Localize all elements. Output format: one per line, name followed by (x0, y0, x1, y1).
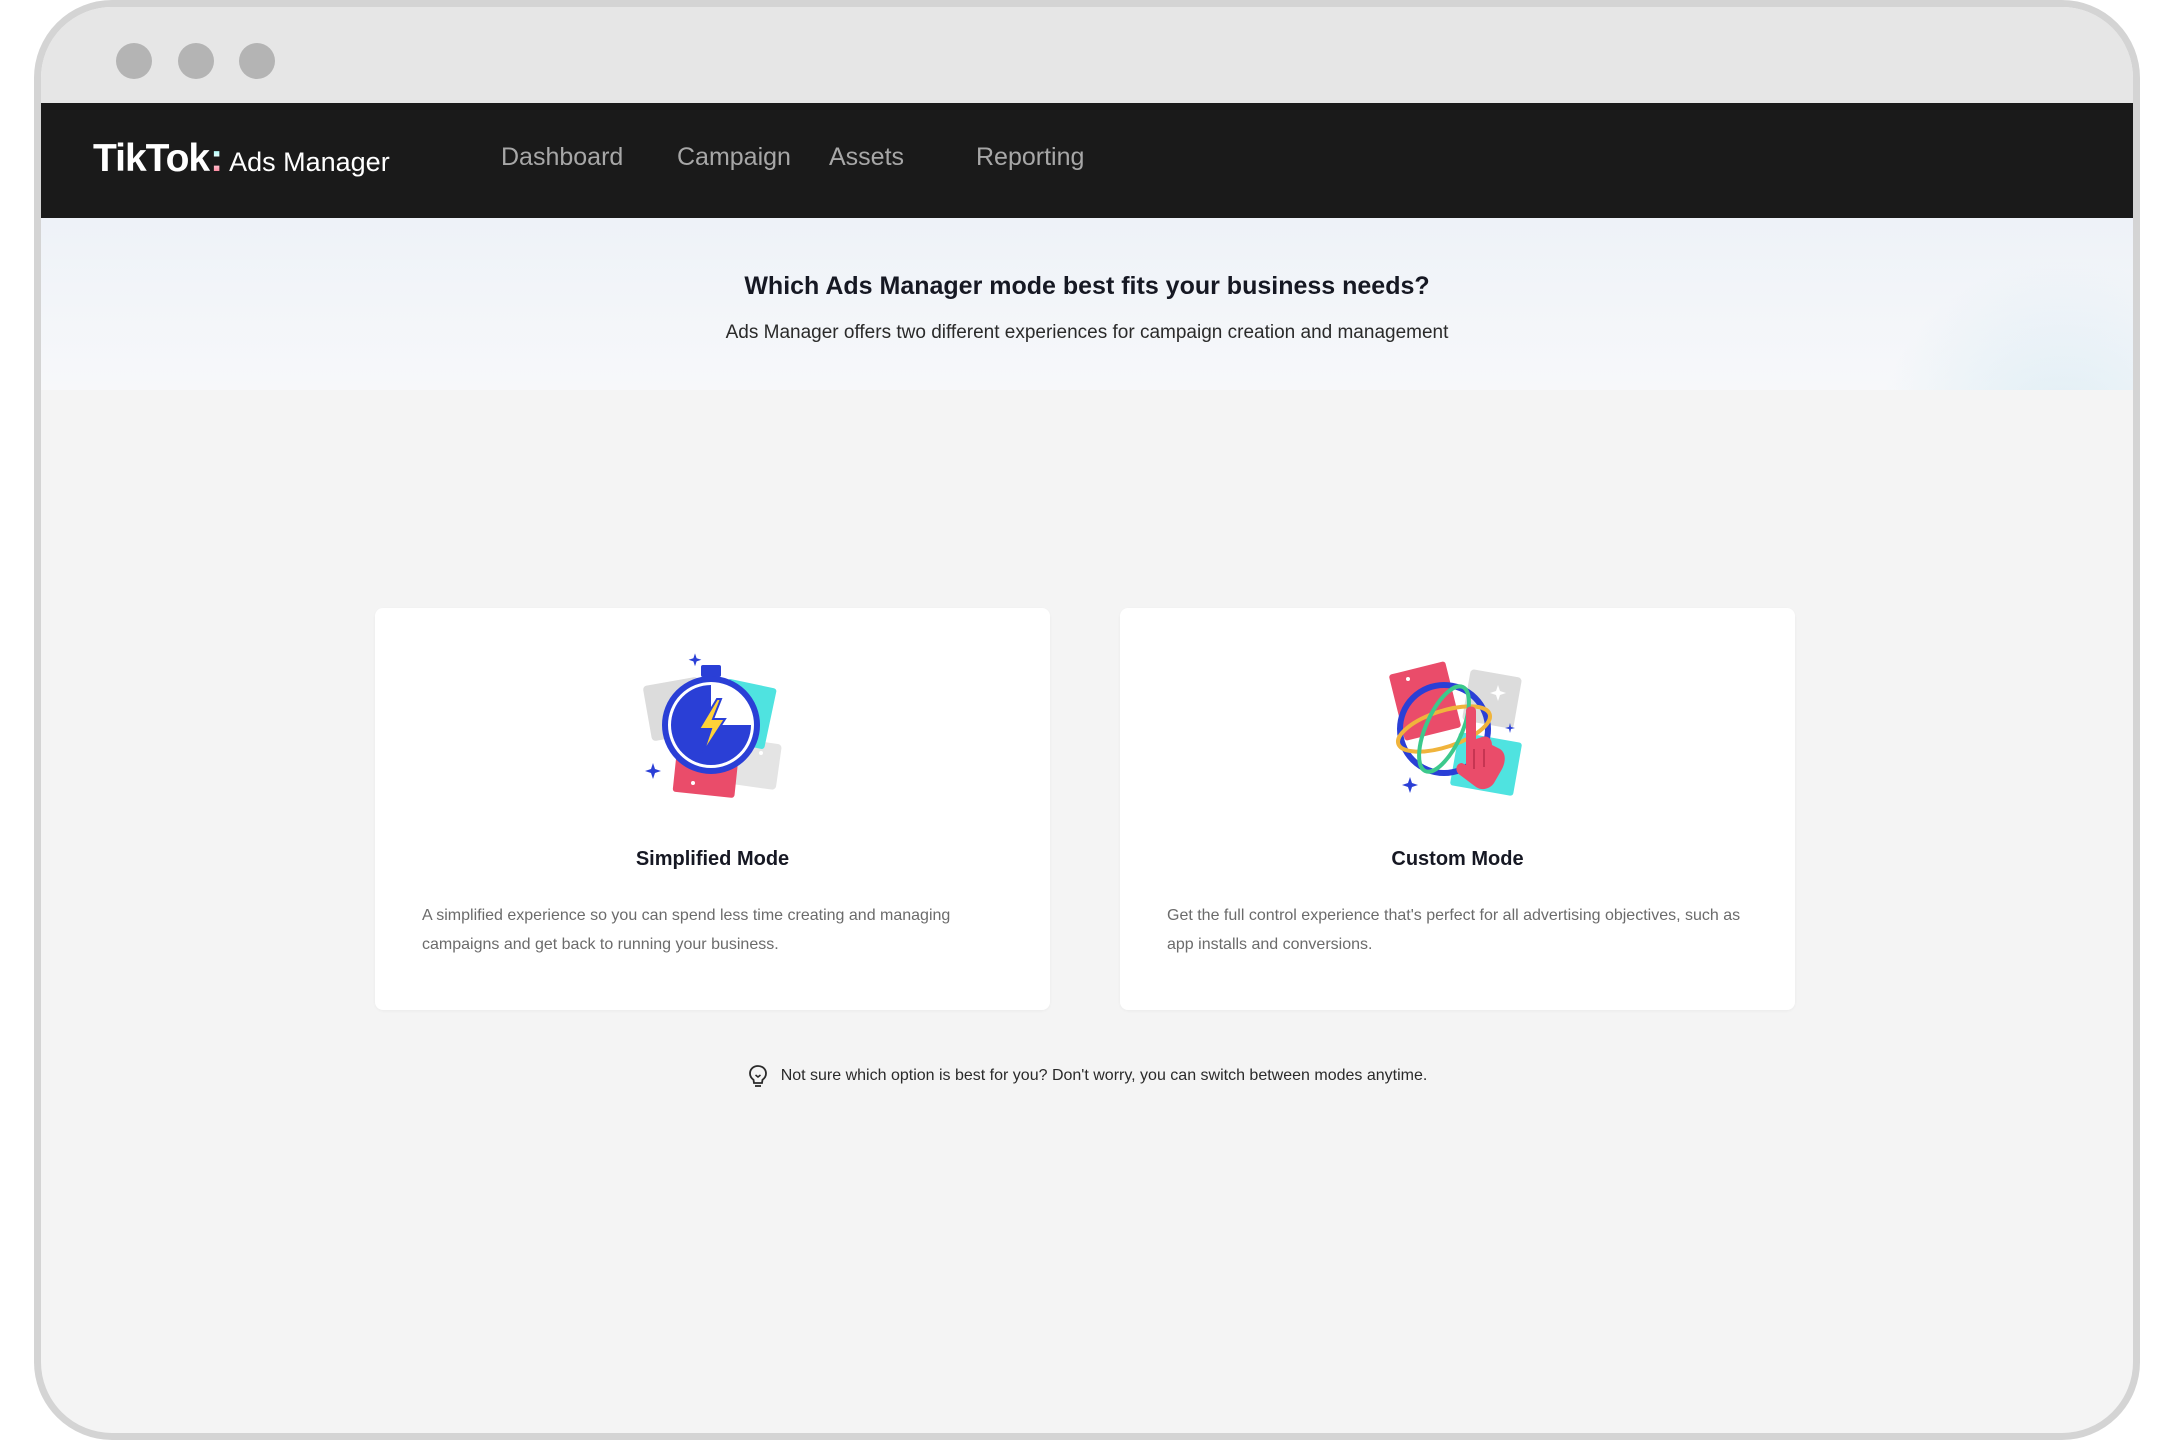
logo-product: Ads Manager (229, 147, 390, 177)
stopwatch-lightning-icon (642, 653, 781, 798)
globe-pointer-hand-icon (1388, 661, 1522, 796)
simplified-mode-card[interactable]: Simplified Mode A simplified experience … (375, 608, 1050, 1010)
hero-banner: Which Ads Manager mode best fits your bu… (41, 218, 2133, 390)
custom-mode-title: Custom Mode (1391, 848, 1524, 870)
browser-window: TikTok : Ads Manager Dashboard Campaign … (34, 0, 2140, 1440)
nav-item-dashboard[interactable]: Dashboard (501, 143, 623, 172)
tiktok-ads-manager-logo[interactable]: TikTok : Ads Manager (93, 137, 390, 181)
window-maximize-dot[interactable] (239, 43, 275, 79)
custom-mode-card[interactable]: Custom Mode Get the full control experie… (1120, 608, 1795, 1010)
top-navigation-bar: TikTok : Ads Manager Dashboard Campaign … (41, 103, 2133, 218)
logo-colon: : (210, 137, 224, 180)
window-close-dot[interactable] (116, 43, 152, 79)
tip-text: Not sure which option is best for you? D… (780, 1067, 1428, 1084)
nav-item-campaign[interactable]: Campaign (677, 143, 791, 172)
page-title: Which Ads Manager mode best fits your bu… (744, 272, 1430, 300)
logo-brand: TikTok (93, 137, 210, 180)
nav-item-assets[interactable]: Assets (829, 143, 904, 172)
custom-mode-description: Get the full control experience that's p… (1167, 907, 1741, 953)
page-subtitle: Ads Manager offers two different experie… (725, 322, 1449, 343)
lightbulb-icon (748, 1065, 767, 1087)
nav-item-reporting[interactable]: Reporting (976, 143, 1084, 172)
mode-switch-tip: Not sure which option is best for you? D… (41, 1064, 2133, 1088)
simplified-mode-title: Simplified Mode (635, 848, 790, 870)
simplified-mode-description: A simplified experience so you can spend… (422, 907, 951, 953)
browser-title-bar (41, 7, 2133, 103)
window-minimize-dot[interactable] (178, 43, 214, 79)
